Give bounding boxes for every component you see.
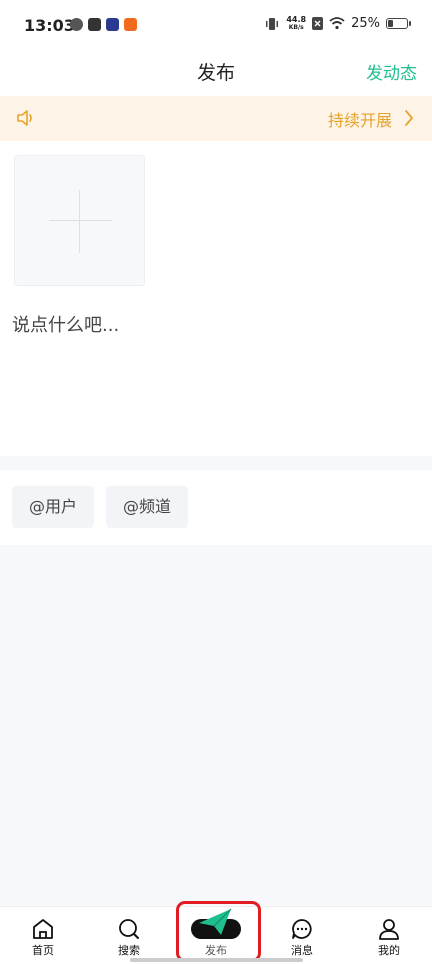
home-indicator <box>130 958 303 962</box>
mention-user-button[interactable]: @用户 <box>12 486 95 528</box>
nav-bar: 发布 发动态 <box>0 50 432 96</box>
play-notification-icon <box>106 18 119 31</box>
profile-icon <box>379 919 399 940</box>
publish-icon <box>199 908 232 935</box>
wifi-icon <box>329 17 345 30</box>
compose-area: 说点什么吧... <box>0 141 432 456</box>
add-image-button[interactable] <box>14 155 145 286</box>
tab-home[interactable]: 首页 <box>0 907 86 964</box>
app-notification-icon <box>124 18 137 31</box>
tab-profile[interactable]: 我的 <box>346 907 432 964</box>
status-bar: 13:03 44.8 KB/s 25% <box>0 0 432 50</box>
tab-label: 搜索 <box>118 944 140 957</box>
bottom-tab-bar: 首页 搜索 发布 消息 我的 <box>0 906 432 964</box>
chevron-right-icon <box>405 110 413 126</box>
tab-label: 消息 <box>291 944 313 957</box>
tab-messages[interactable]: 消息 <box>259 907 345 964</box>
notice-bar[interactable]: 持续开展 <box>0 96 432 141</box>
status-right: 44.8 KB/s 25% <box>264 15 411 32</box>
vibrate-icon <box>266 17 279 30</box>
post-dynamic-button[interactable]: 发动态 <box>366 59 417 84</box>
status-time: 13:03 <box>24 16 75 35</box>
search-icon <box>119 919 139 939</box>
tab-publish[interactable]: 发布 <box>173 907 259 964</box>
notification-icons <box>70 18 137 31</box>
plus-icon <box>49 220 112 221</box>
home-icon <box>33 919 53 939</box>
battery-icon <box>386 18 411 29</box>
tab-label: 发布 <box>205 944 227 957</box>
mention-tags: @用户 @频道 <box>0 470 432 545</box>
sim-x-icon <box>312 17 324 30</box>
net-speed-value: 44.8 <box>286 15 307 24</box>
tab-label: 我的 <box>378 944 400 957</box>
app-notification-icon <box>70 18 83 31</box>
speaker-icon <box>17 110 32 126</box>
net-speed: 44.8 KB/s <box>286 15 307 32</box>
tab-label: 首页 <box>32 944 54 957</box>
message-icon <box>292 919 312 939</box>
net-speed-unit: KB/s <box>288 24 304 31</box>
mention-channel-button[interactable]: @频道 <box>106 486 189 528</box>
tab-search[interactable]: 搜索 <box>86 907 172 964</box>
app-notification-icon <box>88 18 101 31</box>
notice-text: 持续开展 <box>327 111 392 130</box>
battery-percent: 25% <box>351 16 380 31</box>
post-text-input[interactable]: 说点什么吧... <box>12 311 119 337</box>
